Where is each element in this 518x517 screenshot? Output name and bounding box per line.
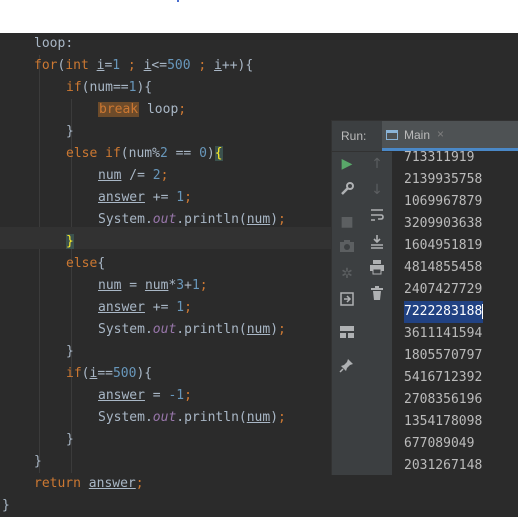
code-line: loop: [34, 36, 74, 51]
console-line[interactable]: 1354178098 [404, 411, 482, 433]
console-line[interactable]: 713311919 [404, 151, 474, 169]
code-line: return answer; [34, 476, 144, 491]
trash-icon[interactable] [368, 285, 386, 303]
tab-main-label: Main [404, 128, 431, 142]
gear-icon[interactable]: ✲ [338, 265, 356, 283]
run-header: Run: Main × [332, 121, 518, 152]
run-toolbar-right: ↑ ↓ [362, 151, 393, 475]
top-strip [0, 0, 518, 33]
code-line: } [34, 454, 42, 469]
code-line: num /= 2; [98, 168, 169, 183]
code-line: } [66, 432, 74, 447]
tab-main[interactable]: Main × [382, 121, 518, 151]
console-line[interactable]: 1069967879 [404, 191, 482, 213]
console-line[interactable]: 5416712392 [404, 367, 482, 389]
code-line: break loop; [98, 102, 187, 117]
console-line-selected[interactable]: 7222283188 [404, 301, 484, 323]
print-icon[interactable] [368, 259, 386, 277]
code-line: System.out.println(num); [98, 410, 286, 425]
code-line: } [2, 498, 10, 513]
camera-icon[interactable] [338, 239, 356, 257]
console-line[interactable]: 1604951819 [404, 235, 482, 257]
code-line: System.out.println(num); [98, 322, 286, 337]
indent-guide [39, 55, 40, 473]
run-toolbar-left: ▶ ■ ✲ [332, 151, 362, 475]
scroll-to-end-icon[interactable] [368, 233, 386, 251]
wrench-icon[interactable] [338, 181, 356, 199]
console-line[interactable]: 1805570797 [404, 345, 482, 367]
code-line: answer += 1; [98, 300, 192, 315]
console-line[interactable]: 677089049 [404, 433, 474, 455]
stop-icon[interactable]: ■ [338, 213, 356, 231]
console-icon [386, 130, 398, 140]
console-line[interactable]: 4814855458 [404, 257, 482, 279]
code-line: for(int i=1 ; i<=500 ; i++){ [34, 58, 254, 73]
code-line: } [66, 234, 74, 249]
console-line[interactable]: 3611141594 [404, 323, 482, 345]
code-line: if(num==1){ [66, 80, 153, 95]
run-icon[interactable]: ▶ [338, 155, 356, 173]
code-line: } [66, 124, 74, 139]
arrow-down-icon[interactable]: ↓ [368, 181, 386, 199]
layout-icon[interactable] [338, 325, 356, 343]
console-line[interactable]: 3209903638 [404, 213, 482, 235]
soft-wrap-icon[interactable] [368, 207, 386, 225]
console-line[interactable]: 2708356196 [404, 389, 482, 411]
top-dot [177, 0, 179, 2]
run-label: Run: [341, 129, 367, 143]
code-line: num = num*3+1; [98, 278, 208, 293]
code-line: else{ [66, 256, 106, 271]
arrow-up-icon[interactable]: ↑ [368, 155, 386, 173]
code-line: else if(num%2 == 0){ [66, 146, 223, 161]
pin-icon[interactable] [338, 357, 356, 375]
console-line[interactable]: 2407427729 [404, 279, 482, 301]
restore-layout-icon[interactable] [338, 291, 356, 309]
code-line: if(i==500){ [66, 366, 153, 381]
console-line[interactable]: 2139935758 [404, 169, 482, 191]
run-tool-window: Run: Main × ▶ ■ ✲ ↑ ↓ 713311919 21399357… [331, 120, 518, 475]
code-line: answer += 1; [98, 190, 192, 205]
console-output[interactable]: 713311919 2139935758 1069967879 3209903638 1… [392, 151, 518, 475]
text-caret [482, 304, 484, 319]
code-line: answer = -1; [98, 388, 192, 403]
close-icon[interactable]: × [437, 127, 444, 141]
console-line[interactable]: 2031267148 [404, 455, 482, 475]
code-line: } [66, 344, 74, 359]
code-line: System.out.println(num); [98, 212, 286, 227]
